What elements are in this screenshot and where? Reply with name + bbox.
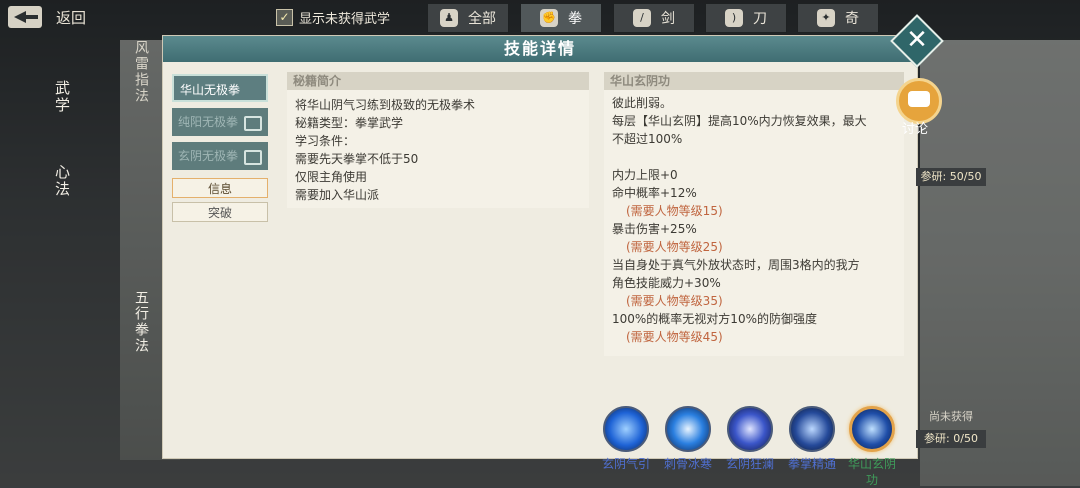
shuriken-icon: ✦ — [817, 9, 835, 27]
detail-line — [612, 148, 896, 166]
filter-special-button[interactable]: ✦ 奇 — [797, 3, 879, 33]
skill-icon-label: 玄阴气引 — [601, 457, 650, 471]
tab-fenglei-zhifa[interactable]: 风雷指法 — [131, 40, 151, 104]
skill-item-chunyang-wuji-quan[interactable]: 纯阳无极拳 — [172, 108, 268, 136]
detail-requirement-line: (需要人物等级25) — [626, 240, 723, 254]
filter-fist-label: 拳 — [568, 11, 582, 27]
breakthrough-button[interactable]: 突破 — [172, 202, 268, 222]
skill-icon-label: 拳掌精通 — [787, 457, 836, 471]
tab-wuxue[interactable]: 武学 — [52, 80, 73, 114]
filter-blade-label: 刀 — [753, 11, 767, 27]
skill-icon-xuanyin-kuanglan[interactable]: 玄阴狂澜 — [722, 406, 778, 472]
ice-shard-icon — [665, 406, 711, 452]
detail-line: 暴击伤害+25% — [612, 222, 697, 236]
dialog-title: 技能详情 — [163, 36, 917, 62]
filter-sword-label: 剑 — [661, 11, 675, 27]
detail-line: 每层【华山玄阴】提高10%内力恢复效果，最大 — [612, 114, 867, 128]
detail-line: 角色技能威力+30% — [612, 276, 721, 290]
detail-requirement-line: (需要人物等级35) — [626, 294, 723, 308]
lock-icon — [244, 116, 262, 131]
chat-bubble-icon — [908, 91, 930, 107]
intro-line: 将华山阴气习练到极致的无极拳术 — [295, 98, 476, 112]
skill-icon-quanzhang-jingtong[interactable]: 拳掌精通 — [784, 406, 840, 472]
intro-line: 学习条件： — [295, 134, 356, 148]
intro-panel-header: 秘籍简介 — [287, 72, 589, 90]
tab-xinfa[interactable]: 心法 — [52, 164, 73, 198]
skill-item-huashan-wuji-quan[interactable]: 华山无极拳 — [172, 74, 268, 102]
intro-line: 需要加入华山派 — [295, 188, 380, 202]
detail-line: 彼此削弱。 — [612, 96, 673, 110]
skill-icon-cigu-binghan[interactable]: 刺骨冰寒 — [660, 406, 716, 472]
detail-line: 100%的概率无视对方10%的防御强度 — [612, 312, 817, 326]
filter-all-button[interactable]: ♟ 全部 — [427, 3, 509, 33]
blade-icon: ) — [725, 9, 743, 27]
filter-all-label: 全部 — [468, 11, 496, 27]
figure-glow-icon — [789, 406, 835, 452]
skill-item-xuanyin-wuji-quan[interactable]: 玄阴无极拳 — [172, 142, 268, 170]
not-obtained-label: 尚未获得 — [929, 410, 973, 423]
close-icon: ✕ — [906, 25, 928, 55]
detail-requirement-line: (需要人物等级45) — [626, 330, 723, 344]
skill-item-label: 纯阳无极拳 — [178, 115, 239, 129]
meditating-figure-icon — [849, 406, 895, 452]
skill-icon-label: 华山玄阴功 — [847, 457, 896, 487]
filter-fist-button[interactable]: ✊ 拳 — [520, 3, 602, 33]
detail-lines: 彼此削弱。每层【华山玄阴】提高10%内力恢复效果，最大 不超过100% 内力上限+… — [612, 94, 896, 346]
detail-line: 命中概率+12% — [612, 186, 697, 200]
research-progress-bottom: 参研: 0/50 — [916, 430, 986, 448]
detail-line: 不超过100% — [612, 132, 683, 146]
skill-item-label: 华山无极拳 — [180, 83, 241, 97]
checkmark-icon: ✓ — [276, 9, 293, 26]
detail-line: 当自身处于真气外放状态时，周围3格内的我方 — [612, 258, 860, 272]
blue-flame-icon — [603, 406, 649, 452]
show-unobtained-label: 显示未获得武学 — [299, 12, 391, 27]
intro-panel: 将华山阴气习练到极致的无极拳术 秘籍类型：拳掌武学 学习条件： 需要先天拳掌不低… — [287, 90, 589, 208]
sword-icon: / — [633, 9, 651, 27]
back-arrow-icon — [8, 6, 42, 28]
skill-detail-dialog: 技能详情 华山无极拳 纯阳无极拳 玄阴无极拳 信息 突破 秘籍简介 将华山阴气习… — [163, 36, 917, 487]
skill-icon-xuanyin-qiyin[interactable]: 玄阴气引 — [598, 406, 654, 472]
intro-line: 需要先天拳掌不低于50 — [295, 152, 419, 166]
back-button[interactable]: 返回 — [8, 4, 98, 30]
intro-line: 仅限主角使用 — [295, 170, 368, 184]
filter-special-label: 奇 — [845, 11, 859, 27]
skill-item-label: 玄阴无极拳 — [178, 149, 239, 163]
detail-panel[interactable]: 彼此削弱。每层【华山玄阴】提高10%内力恢复效果，最大 不超过100% 内力上限+… — [604, 90, 904, 356]
research-progress-top: 参研: 50/50 — [916, 168, 986, 186]
back-label: 返回 — [56, 8, 87, 27]
filter-sword-button[interactable]: / 剑 — [613, 3, 695, 33]
skill-icon-label: 刺骨冰寒 — [663, 457, 712, 471]
detail-line: 内力上限+0 — [612, 168, 678, 182]
tab-wuxing-quanfa[interactable]: 五行拳法 — [131, 290, 151, 354]
detail-requirement-line: (需要人物等级15) — [626, 204, 723, 218]
skill-icon-label: 玄阴狂澜 — [725, 457, 774, 471]
fist-icon: ✊ — [540, 9, 558, 27]
lock-icon — [244, 150, 262, 165]
intro-line: 秘籍类型：拳掌武学 — [295, 116, 404, 130]
detail-panel-header: 华山玄阴功 — [604, 72, 904, 90]
info-button[interactable]: 信息 — [172, 178, 268, 198]
skill-icon-huashan-xuanyin-gong[interactable]: 华山玄阴功 — [844, 406, 900, 488]
show-unobtained-checkbox[interactable]: ✓ 显示未获得武学 — [276, 8, 390, 27]
discuss-label: 讨论 — [902, 122, 929, 137]
figure-icon: ♟ — [440, 9, 458, 27]
filter-blade-button[interactable]: ) 刀 — [705, 3, 787, 33]
vortex-icon — [727, 406, 773, 452]
